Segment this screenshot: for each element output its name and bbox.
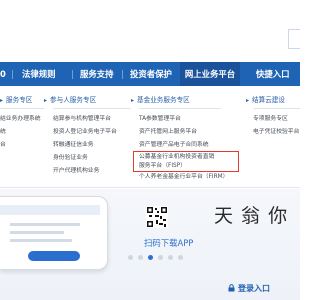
phone-mockup — [0, 196, 108, 270]
nav-divider — [122, 70, 123, 79]
link-col2[interactable]: 转融通征信业务 — [53, 140, 94, 150]
link-col1[interactable]: 统 — [0, 127, 6, 137]
link-col3[interactable]: 资产管理产品电子合同系统 — [139, 140, 209, 150]
col-title-service-zone[interactable]: ▸ 服务专区 — [0, 94, 32, 106]
chevron-right-icon: ▸ — [0, 97, 4, 104]
phone-content-line — [10, 239, 72, 242]
phone-button — [28, 251, 80, 261]
link-col4[interactable]: 电子凭证校验平台 — [253, 127, 299, 137]
carousel-dot-active[interactable] — [148, 255, 153, 260]
phone-content-line — [10, 231, 64, 234]
carousel-dot[interactable] — [138, 255, 143, 260]
divider — [254, 108, 300, 109]
nav-item-service-support[interactable]: 服务支持 — [80, 62, 114, 86]
col-title-settlement-cloud[interactable]: ▸ 结算云建设 — [246, 94, 285, 106]
nav-item-legal-rules[interactable]: 法律规则 — [22, 62, 56, 86]
qr-code-icon — [146, 206, 168, 228]
scan-download-text[interactable]: 扫码下载APP — [144, 236, 193, 250]
chevron-right-icon: ▸ — [131, 97, 135, 104]
carousel-dot[interactable] — [168, 255, 173, 260]
link-col3[interactable]: TA参数管理平台 — [139, 114, 181, 124]
col-title-fund-zone[interactable]: ▸ 基金业务服务专区 — [131, 94, 190, 106]
banner-brand-text: 天 翁 你 — [214, 205, 289, 227]
divider — [53, 108, 131, 109]
link-col2[interactable]: 身份验证业务 — [53, 153, 88, 163]
nav-item-online-platform[interactable]: 网上业务平台 — [180, 62, 240, 86]
divider — [139, 108, 221, 109]
nav-item-partial[interactable]: 0 — [0, 62, 8, 86]
carousel-dot[interactable] — [158, 255, 163, 260]
login-label: 登录入口 — [238, 284, 270, 293]
nav-item-investor-protection[interactable]: 投资者保护 — [130, 62, 172, 86]
link-col2[interactable]: 结算参与机构管理平台 — [53, 114, 111, 124]
link-col4[interactable]: 专项服务专区 — [253, 114, 288, 124]
chevron-right-icon: ▸ — [246, 97, 250, 104]
phone-header — [0, 205, 100, 215]
search-input[interactable] — [288, 29, 300, 49]
nav-divider — [72, 70, 73, 79]
link-col1[interactable]: 结业务办理系统 — [0, 114, 41, 124]
link-firm[interactable]: 个人养老金基金行业平台（FIRM） — [139, 172, 228, 182]
carousel-dot[interactable] — [178, 255, 183, 260]
top-header — [0, 0, 300, 62]
nav-divider — [12, 70, 13, 79]
nav-item-quick-links[interactable]: 快捷入口 — [256, 62, 290, 86]
link-fisp-line2[interactable]: 服务平台（FISP） — [139, 161, 186, 171]
main-nav: 0 法律规则 服务支持 投资者保护 网上业务平台 快捷入口 — [0, 62, 300, 86]
lock-icon — [228, 284, 235, 292]
link-col3[interactable]: 资产托管网上服务平台 — [139, 127, 197, 137]
link-col1[interactable]: 台 — [0, 140, 6, 150]
carousel-dot[interactable] — [128, 255, 133, 260]
link-col2[interactable]: 开户代理机构业务 — [53, 166, 99, 176]
col-title-participant-zone[interactable]: ▸ 参与人服务专区 — [44, 94, 96, 106]
link-col2[interactable]: 投资人登记业务电子平台 — [53, 127, 117, 137]
phone-content-line — [10, 223, 80, 226]
divider — [0, 108, 44, 109]
chevron-right-icon: ▸ — [44, 97, 48, 104]
login-entry-button[interactable]: 登录入口 — [228, 282, 270, 296]
